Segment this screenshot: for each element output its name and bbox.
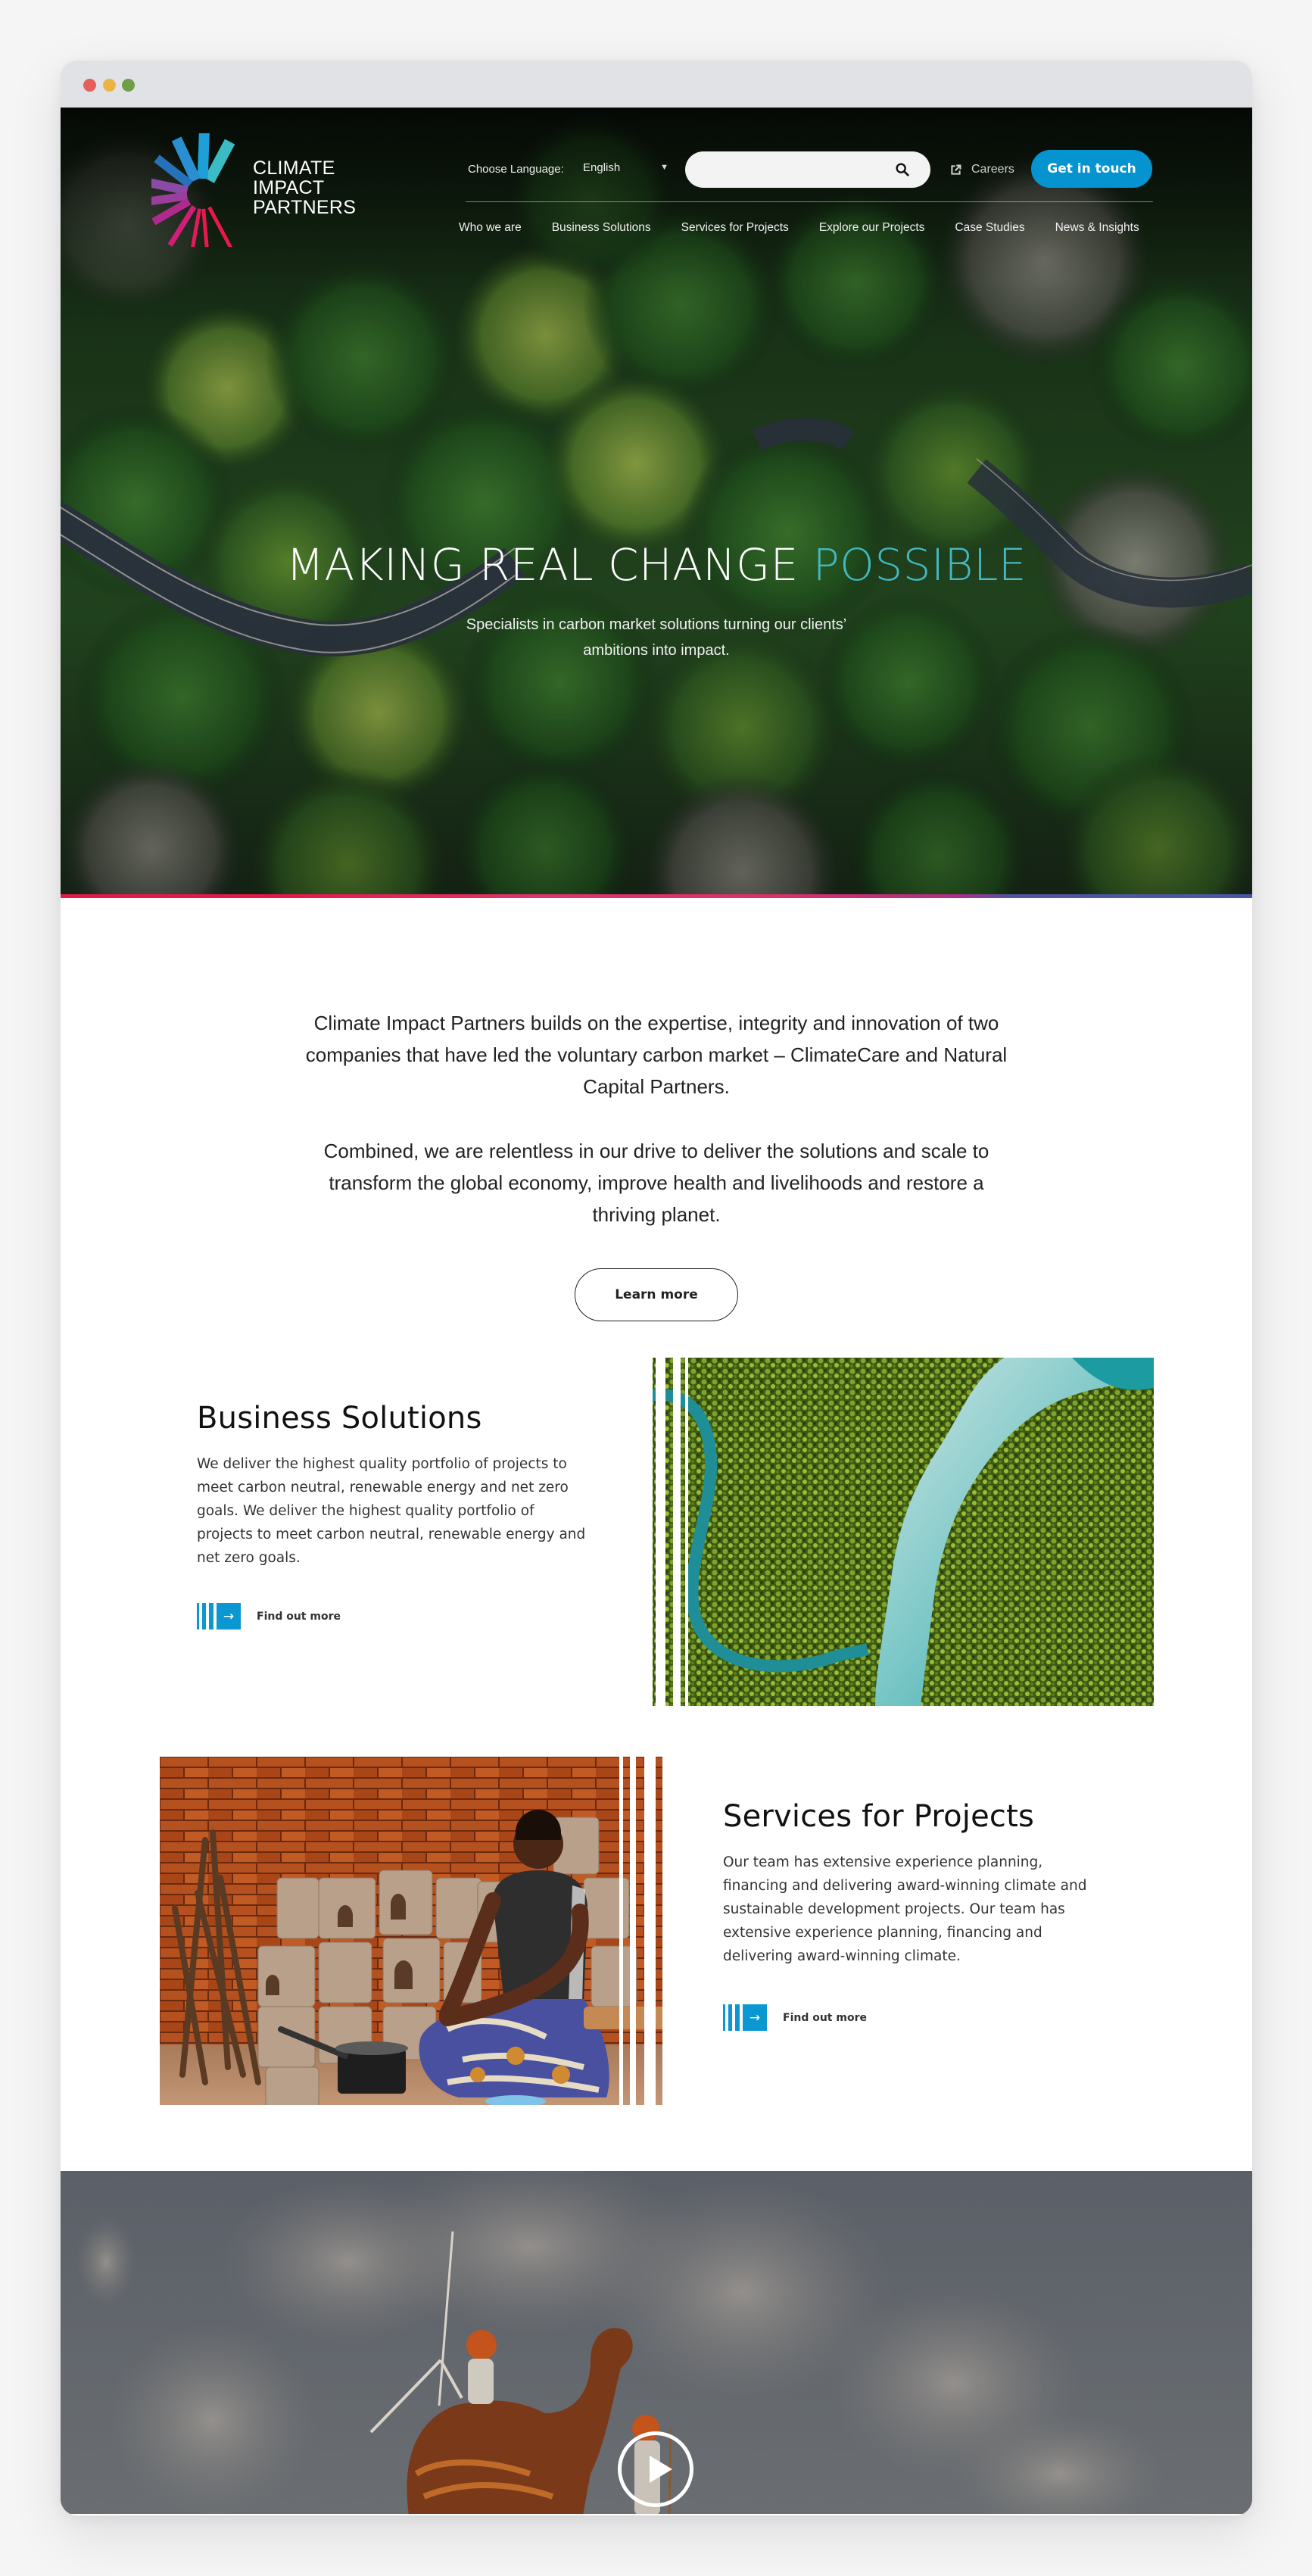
logo-ray <box>207 206 233 247</box>
nav-item-case-studies[interactable]: Case Studies <box>955 221 1024 235</box>
section-body: We deliver the highest quality portfolio… <box>197 1456 586 1566</box>
find-out-more-link[interactable]: → Find out more <box>197 1603 341 1629</box>
river-illustration <box>648 1358 1154 1706</box>
browser-window: CLIMATE IMPACT PARTNERS Choose Language:… <box>61 61 1252 2515</box>
image-slice-gap <box>644 1757 656 2105</box>
arrow-right-icon: → <box>217 1603 241 1629</box>
intro-paragraph: Combined, we are relentless in our drive… <box>323 1140 989 1226</box>
brand-logo[interactable]: CLIMATE IMPACT PARTNERS <box>151 133 356 247</box>
nav-item-news-insights[interactable]: News & Insights <box>1055 221 1139 235</box>
image-slice-gap <box>662 1757 665 2105</box>
external-link-icon <box>951 164 961 175</box>
sunburst-logo-icon <box>151 133 235 247</box>
learn-more-button[interactable]: Learn more <box>575 1268 738 1321</box>
image-slice-gap <box>673 1358 681 1706</box>
careers-label: Careers <box>971 163 1014 176</box>
careers-link[interactable]: Careers <box>949 161 1014 179</box>
intro-paragraph: Climate Impact Partners builds on the ex… <box>305 1012 1008 1098</box>
hero-title-main: MAKING REAL CHANGE <box>285 539 813 591</box>
brand-color-stripe <box>61 894 1252 898</box>
logo-line: CLIMATE <box>253 157 335 179</box>
logo-line: PARTNERS <box>253 197 357 218</box>
hero-subtitle-line: ambitions into impact. <box>583 642 730 659</box>
find-out-more-label: Find out more <box>783 2011 867 2024</box>
find-out-more-link[interactable]: → Find out more <box>723 2004 867 2031</box>
image-slice-gap <box>630 1757 636 2105</box>
hero-title-accent: POSSIBLE <box>812 539 1027 591</box>
main-nav: Who we are Business Solutions Services f… <box>459 221 1139 235</box>
nav-item-services-for-projects[interactable]: Services for Projects <box>681 221 789 235</box>
image-slice-gap <box>648 1358 653 1706</box>
language-value: English <box>583 161 621 174</box>
logo-ray <box>204 139 235 183</box>
logo-ray <box>201 208 209 247</box>
play-video-button[interactable] <box>618 2431 693 2507</box>
arrow-right-icon: → <box>743 2004 767 2031</box>
logo-ray <box>197 133 210 179</box>
logo-ray <box>151 192 188 205</box>
find-out-more-icon: → <box>723 2004 767 2031</box>
section-title: Services for Projects <box>723 1799 1034 1834</box>
window-titlebar <box>61 61 1252 108</box>
find-out-more-label: Find out more <box>257 1610 341 1623</box>
hero-section: CLIMATE IMPACT PARTNERS Choose Language:… <box>61 108 1252 896</box>
nav-item-who-we-are[interactable]: Who we are <box>459 221 522 235</box>
nav-item-explore-projects[interactable]: Explore our Projects <box>819 221 925 235</box>
close-window-button[interactable] <box>83 79 96 92</box>
search-input[interactable] <box>700 159 890 180</box>
language-select[interactable]: English ▼ <box>583 161 670 178</box>
image-slice-gap <box>656 1358 665 1706</box>
caret-down-icon: ▼ <box>660 163 668 172</box>
minimize-window-button[interactable] <box>103 79 116 92</box>
logo-wordmark: CLIMATE IMPACT PARTNERS <box>253 158 356 217</box>
logo-line: IMPACT <box>253 177 325 198</box>
find-out-more-icon: → <box>197 1603 241 1629</box>
image-slice-gap <box>619 1757 623 2105</box>
hero-title: MAKING REAL CHANGE POSSIBLE <box>61 539 1252 591</box>
search-field[interactable] <box>685 151 930 188</box>
maximize-window-button[interactable] <box>122 79 135 92</box>
section-title: Business Solutions <box>197 1401 482 1436</box>
cookstove-illustration <box>160 1757 665 2105</box>
hero-subtitle: Specialists in carbon market solutions t… <box>391 612 921 663</box>
image-slice-gap <box>685 1358 688 1706</box>
woman-cookstove-image <box>160 1757 665 2105</box>
language-label: Choose Language: <box>468 163 564 176</box>
nav-divider <box>466 201 1153 202</box>
search-icon[interactable] <box>894 161 911 178</box>
section-body: Our team has extensive experience planni… <box>723 1854 1087 1964</box>
hero-subtitle-line: Specialists in carbon market solutions t… <box>466 616 847 633</box>
aerial-river-forest-image <box>648 1358 1154 1706</box>
video-section <box>61 2171 1252 2514</box>
get-in-touch-button[interactable]: Get in touch <box>1031 150 1152 188</box>
nav-item-business-solutions[interactable]: Business Solutions <box>552 221 651 235</box>
